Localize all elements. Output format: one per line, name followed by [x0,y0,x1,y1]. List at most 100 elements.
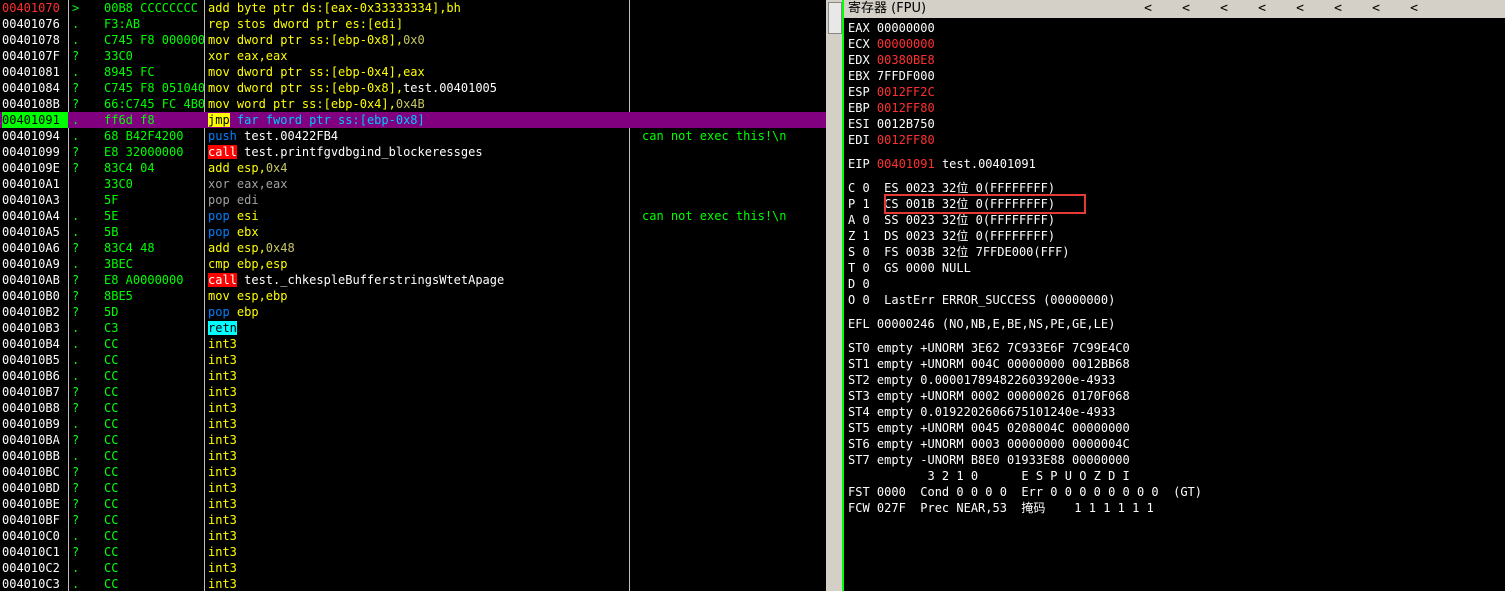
disasm-row[interactable]: 004010B3. C3 retn [0,320,826,336]
register-value[interactable]: 7FFDF000 [877,69,935,83]
disasm-hex: 33C0 [104,49,133,63]
flag-segment-line[interactable]: A 0 SS 0023 32位 0(FFFFFFFF) [848,212,1055,228]
registers-pane[interactable]: 寄存器 (FPU) < < < < < < < < EAX 00000000 ECX 00000… [844,0,1505,591]
fpu-st-register[interactable]: ST6 empty +UNORM 0003 00000000 0000004C [848,436,1130,452]
disasm-row[interactable]: 004010BF? CC int3 [0,512,826,528]
disasm-row[interactable]: 0040107F? 33C0 xor eax,eax [0,48,826,64]
disasm-row[interactable]: 004010B9. CC int3 [0,416,826,432]
disasm-row[interactable]: 004010BC? CC int3 [0,464,826,480]
disasm-marker: . [72,577,80,591]
register-nav-button[interactable]: < [1174,0,1198,18]
register-nav-button[interactable]: < [1402,0,1426,18]
efl-line[interactable]: EFL 00000246 (NO,NB,E,BE,NS,PE,GE,LE) [848,316,1115,332]
disasm-row[interactable]: 004010A5. 5B pop ebx [0,224,826,240]
register-edi[interactable]: EDI 0012FF80 [848,132,935,148]
register-nav-button[interactable]: < [1136,0,1160,18]
register-nav-button[interactable]: < [1250,0,1274,18]
disasm-row[interactable]: 00401094. 68 B42F4200 push test.00422FB4 ca… [0,128,826,144]
disasm-row[interactable]: 004010A6? 83C4 48 add esp,0x48 [0,240,826,256]
disasm-row[interactable]: 0040108B? 66:C745 FC 4B00 mov word ptr ss:… [0,96,826,112]
flag-segment-line[interactable]: S 0 FS 003B 32位 7FFDE000(FFF) [848,244,1070,260]
register-eax[interactable]: EAX 00000000 [848,20,935,36]
disasm-row[interactable]: 004010B0? 8BE5 mov esp,ebp [0,288,826,304]
register-value[interactable]: 0012B750 [877,117,935,131]
disasm-row[interactable]: 004010A4. 5E pop esi can not exec this!\n [0,208,826,224]
register-nav-button[interactable]: < [1288,0,1312,18]
disasm-row[interactable]: 004010C0. CC int3 [0,528,826,544]
fpu-bit-header[interactable]: 3 2 1 0 E S P U O Z D I [848,468,1129,484]
register-nav-button[interactable]: < [1212,0,1236,18]
disasm-row[interactable]: 00401078. C745 F8 00000000 mov dword ptr s… [0,32,826,48]
flag-segment-line[interactable]: O 0 LastErr ERROR_SUCCESS (00000000) [848,292,1115,308]
register-ebx[interactable]: EBX 7FFDF000 [848,68,935,84]
disasm-row[interactable]: 004010B4. CC int3 [0,336,826,352]
fpu-st-register[interactable]: ST7 empty -UNORM B8E0 01933E88 00000000 [848,452,1130,468]
disasm-row[interactable]: 00401081. 8945 FC mov dword ptr ss:[ebp-0x… [0,64,826,80]
disasm-row[interactable]: 004010B8? CC int3 [0,400,826,416]
disasm-marker: . [72,225,80,239]
disasm-row[interactable]: 004010AB? E8 A0000000 call test._chkespleB… [0,272,826,288]
disasm-hex: 68 B42F4200 [104,129,184,143]
disasm-row[interactable]: 004010A3 5F pop edi [0,192,826,208]
fpu-st-register[interactable]: ST5 empty +UNORM 0045 0208004C 00000000 [848,420,1130,436]
register-edx[interactable]: EDX 00380BE8 [848,52,935,68]
disasm-row[interactable]: 00401099? E8 32000000 call test.printfgvdb… [0,144,826,160]
register-value[interactable]: 0012FF80 [877,101,935,115]
disasm-row[interactable]: 004010C2. CC int3 [0,560,826,576]
fpu-st-register[interactable]: ST4 empty 0.0192202606675101240e-4933 [848,404,1115,420]
register-nav-button[interactable]: < [1326,0,1350,18]
disasm-row[interactable]: 004010BE? CC int3 [0,496,826,512]
disasm-row[interactable]: 00401091. ff6d f8 jmp far fword ptr ss:[eb… [0,112,826,128]
register-eip[interactable]: EIP 00401091 test.00401091 [848,156,1036,172]
disasm-row[interactable]: 00401076. F3:AB rep stos dword ptr es:[edi… [0,16,826,32]
disasm-row[interactable]: 00401084? C745 F8 05104000 mov dword ptr s… [0,80,826,96]
disasm-row[interactable]: 004010B5. CC int3 [0,352,826,368]
register-esi[interactable]: ESI 0012B750 [848,116,935,132]
flag-segment-line[interactable]: T 0 GS 0000 NULL [848,260,971,276]
disasm-address: 004010BE [2,497,60,511]
registers-title: 寄存器 (FPU) [848,1,927,16]
disasm-row[interactable]: 00401070 >00B8 CCCCCCCC add byte ptr ds:[e… [0,0,826,16]
disasm-row[interactable]: 004010B6. CC int3 [0,368,826,384]
fpu-st-register[interactable]: ST1 empty +UNORM 004C 00000000 0012BB68 [848,356,1130,372]
register-value[interactable]: 0012FF2C [877,85,935,99]
register-value[interactable]: 00401091 [877,157,935,171]
fst-line[interactable]: FST 0000 Cond 0 0 0 0 Err 0 0 0 0 0 0 0 … [848,484,1202,500]
scrollbar-thumb[interactable] [828,2,842,34]
register-value[interactable]: 00000000 [877,37,935,51]
register-value[interactable]: 0012FF80 [877,133,935,147]
disasm-hex: CC [104,337,119,351]
disasm-hex: CC [104,545,119,559]
disasm-row[interactable]: 004010A1 33C0 xor eax,eax [0,176,826,192]
register-value[interactable]: 00380BE8 [877,53,935,67]
pane-scrollbar[interactable] [826,0,844,591]
register-esp[interactable]: ESP 0012FF2C [848,84,935,100]
flag-segment-line[interactable]: Z 1 DS 0023 32位 0(FFFFFFFF) [848,228,1055,244]
disasm-row[interactable]: 004010BB. CC int3 [0,448,826,464]
instruction-token: esi [229,209,259,223]
disassembly-pane[interactable]: 00401070 >00B8 CCCCCCCC add byte ptr ds:[e… [0,0,826,591]
disasm-instruction: int3 [208,432,638,448]
register-ebp[interactable]: EBP 0012FF80 [848,100,935,116]
flag-segment-line[interactable]: D 0 [848,276,870,292]
register-value[interactable]: 00000000 [877,21,935,35]
register-ecx[interactable]: ECX 00000000 [848,36,935,52]
fpu-st-register[interactable]: ST3 empty +UNORM 0002 00000026 0170F068 [848,388,1130,404]
fcw-line[interactable]: FCW 027F Prec NEAR,53 掩码 1 1 1 1 1 1 [848,500,1154,516]
disasm-row[interactable]: 0040109E? 83C4 04 add esp,0x4 [0,160,826,176]
disasm-row[interactable]: 004010BA? CC int3 [0,432,826,448]
fpu-st-register[interactable]: ST2 empty 0.0000178948226039200e-4933 [848,372,1115,388]
fpu-st-register[interactable]: ST0 empty +UNORM 3E62 7C933E6F 7C99E4C0 [848,340,1130,356]
disasm-row[interactable]: 004010C3. CC int3 [0,576,826,591]
instruction-token: int3 [208,417,237,431]
disasm-marker: . [72,369,80,383]
instruction-token: mov esp,ebp [208,289,288,303]
disasm-row[interactable]: 004010BD? CC int3 [0,480,826,496]
disasm-row[interactable]: 004010A9. 3BEC cmp ebp,esp [0,256,826,272]
disasm-row[interactable]: 004010B2? 5D pop ebp [0,304,826,320]
disasm-instruction: int3 [208,464,638,480]
disasm-row[interactable]: 004010B7? CC int3 [0,384,826,400]
disasm-address: 0040108B [2,97,60,111]
disasm-row[interactable]: 004010C1? CC int3 [0,544,826,560]
register-nav-button[interactable]: < [1364,0,1388,18]
